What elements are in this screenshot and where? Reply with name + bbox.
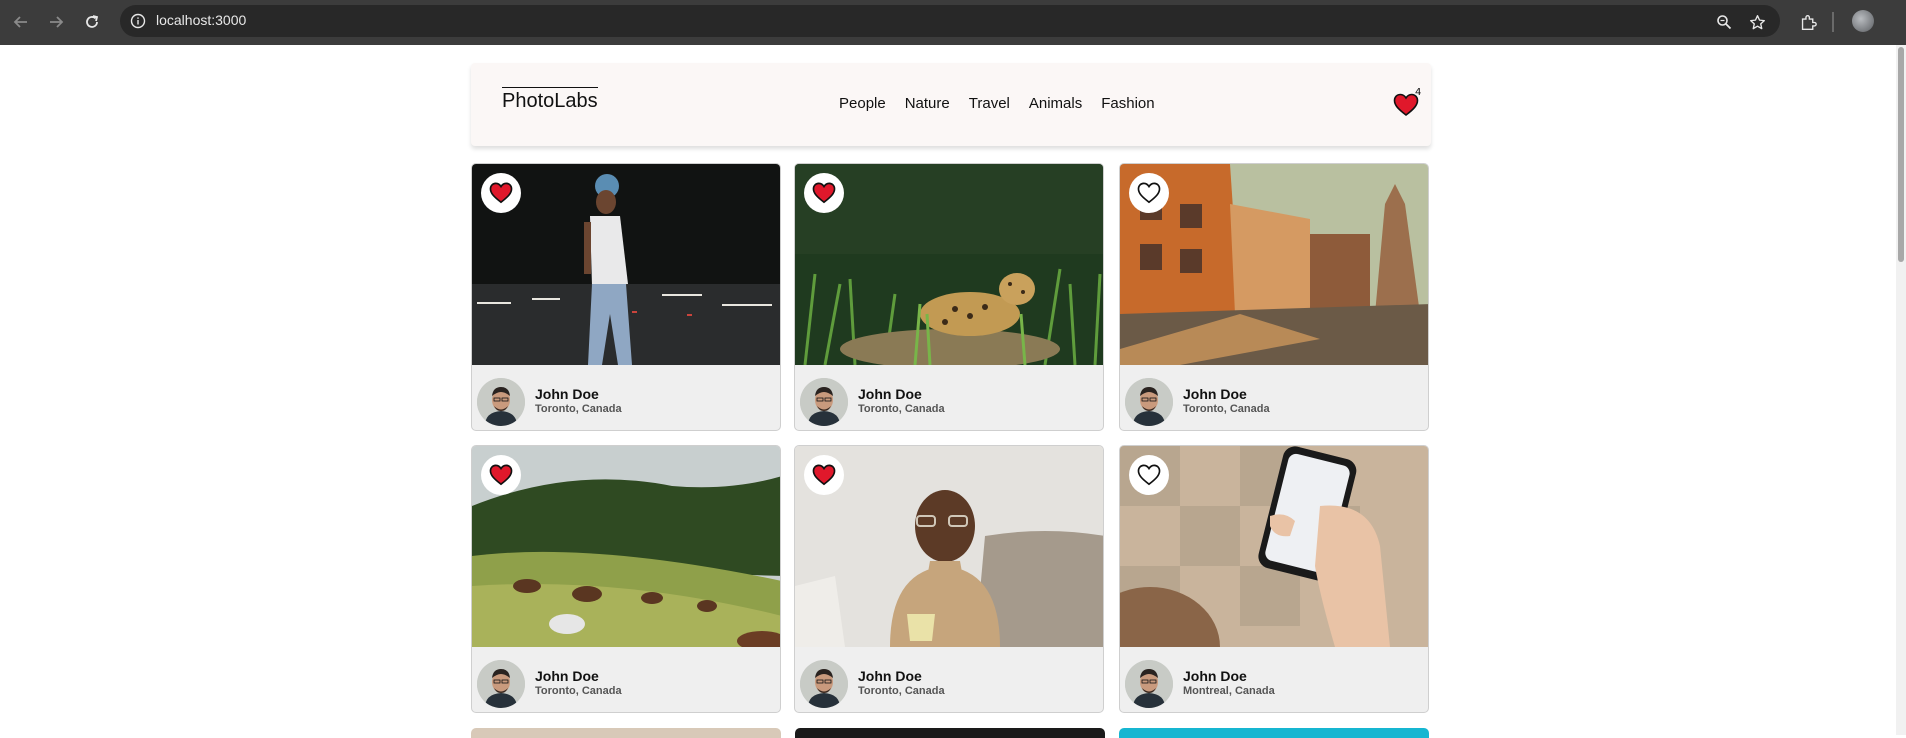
photographer-location: Toronto, Canada bbox=[858, 685, 945, 697]
photographer-name: John Doe bbox=[535, 668, 599, 684]
url-text[interactable]: localhost:3000 bbox=[156, 12, 246, 28]
forward-icon[interactable] bbox=[45, 11, 67, 33]
topic-list: People Nature Travel Animals Fashion bbox=[839, 95, 1155, 112]
photo-card-partial[interactable] bbox=[471, 728, 781, 738]
photolabs-app: PhotoLabs People Nature Travel Animals F… bbox=[471, 63, 1431, 713]
favourite-button[interactable] bbox=[1129, 455, 1169, 495]
zoom-icon[interactable] bbox=[1713, 11, 1735, 33]
photographer-location: Toronto, Canada bbox=[858, 403, 945, 415]
photographer-location: Montreal, Canada bbox=[1183, 685, 1275, 697]
photographer-name: John Doe bbox=[858, 386, 922, 402]
profile-avatar[interactable] bbox=[1852, 10, 1874, 32]
scrollbar-thumb[interactable] bbox=[1898, 47, 1904, 262]
extensions-icon[interactable] bbox=[1797, 11, 1819, 33]
photographer-location: Toronto, Canada bbox=[535, 403, 622, 415]
bookmark-star-icon[interactable] bbox=[1746, 11, 1768, 33]
reload-icon[interactable] bbox=[81, 11, 103, 33]
avatar bbox=[800, 660, 848, 708]
photographer-name: John Doe bbox=[1183, 386, 1247, 402]
photo-card-partial[interactable] bbox=[795, 728, 1105, 738]
avatar bbox=[1125, 660, 1173, 708]
photo-card[interactable]: John Doe Toronto, Canada bbox=[1119, 163, 1429, 431]
browser-toolbar: localhost:3000 bbox=[0, 0, 1906, 45]
toolbar-divider bbox=[1832, 12, 1834, 32]
favourite-button[interactable] bbox=[804, 173, 844, 213]
site-info-icon[interactable] bbox=[128, 11, 148, 31]
favourites-count-badge: 4 bbox=[1415, 87, 1422, 98]
topic-fashion[interactable]: Fashion bbox=[1101, 95, 1154, 112]
favourite-button[interactable] bbox=[481, 173, 521, 213]
photo-card-partial[interactable] bbox=[1119, 728, 1429, 738]
photo-card[interactable]: John Doe Toronto, Canada bbox=[794, 163, 1104, 431]
photographer-location: Toronto, Canada bbox=[535, 685, 622, 697]
back-icon[interactable] bbox=[10, 11, 32, 33]
photographer-name: John Doe bbox=[858, 668, 922, 684]
photographer-name: John Doe bbox=[535, 386, 599, 402]
topic-animals[interactable]: Animals bbox=[1029, 95, 1082, 112]
photo-card[interactable]: John Doe Montreal, Canada bbox=[1119, 445, 1429, 713]
logo[interactable]: PhotoLabs bbox=[502, 87, 598, 113]
avatar bbox=[477, 378, 525, 426]
avatar bbox=[1125, 378, 1173, 426]
top-navigation-bar: PhotoLabs People Nature Travel Animals F… bbox=[471, 63, 1431, 146]
avatar bbox=[800, 378, 848, 426]
photo-card[interactable]: John Doe Toronto, Canada bbox=[471, 445, 781, 713]
favourite-button[interactable] bbox=[1129, 173, 1169, 213]
topic-people[interactable]: People bbox=[839, 95, 886, 112]
photo-card[interactable]: John Doe Toronto, Canada bbox=[471, 163, 781, 431]
favourite-button[interactable] bbox=[481, 455, 521, 495]
avatar bbox=[477, 660, 525, 708]
photographer-name: John Doe bbox=[1183, 668, 1247, 684]
favourite-button[interactable] bbox=[804, 455, 844, 495]
photo-card[interactable]: John Doe Toronto, Canada bbox=[794, 445, 1104, 713]
topic-travel[interactable]: Travel bbox=[969, 95, 1010, 112]
address-bar[interactable] bbox=[120, 5, 1780, 37]
photographer-location: Toronto, Canada bbox=[1183, 403, 1270, 415]
topic-nature[interactable]: Nature bbox=[905, 95, 950, 112]
